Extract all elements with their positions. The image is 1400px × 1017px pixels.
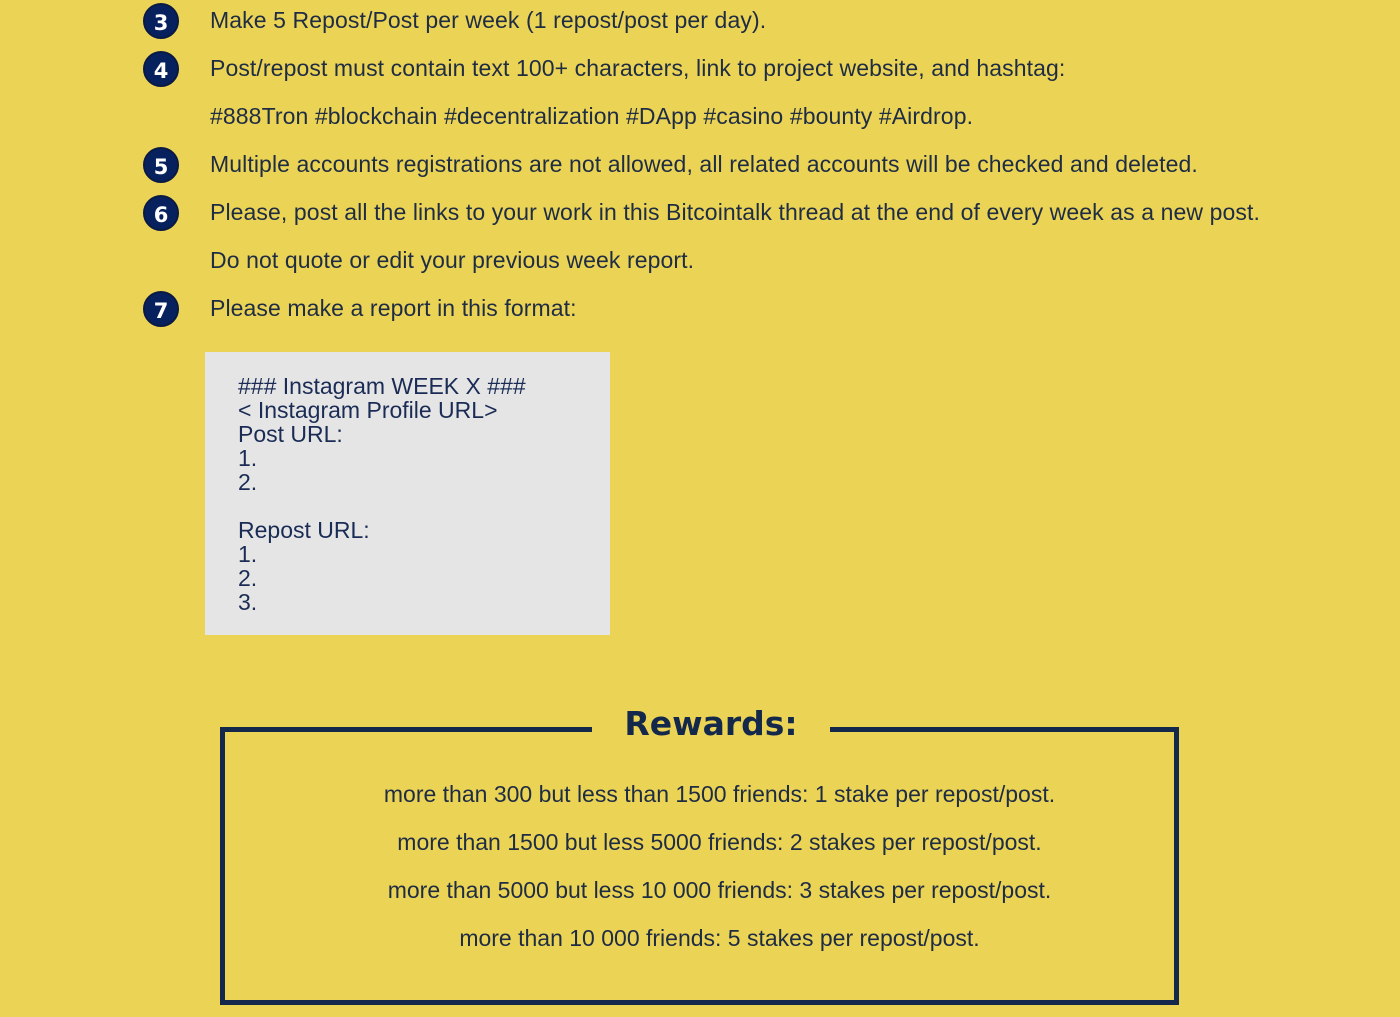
rule-text: Post/repost must contain text 100+ chara…	[210, 55, 1066, 81]
report-format-block: ### Instagram WEEK X ### < Instagram Pro…	[205, 352, 610, 635]
rule-text: Please, post all the links to your work …	[210, 199, 1260, 225]
rule-text: Do not quote or edit your previous week …	[210, 247, 695, 273]
rewards-frame	[220, 727, 1179, 1005]
step-number-badge: 6	[143, 195, 179, 231]
rule-text: Make 5 Repost/Post per week (1 repost/po…	[210, 7, 767, 33]
code-line: 2.	[238, 565, 258, 591]
code-line: 3.	[238, 589, 258, 615]
code-line: 1.	[238, 541, 258, 567]
reward-tier: more than 300 but less than 1500 friends…	[383, 781, 1056, 807]
reward-tier: more than 5000 but less 10 000 friends: …	[387, 877, 1052, 903]
rule-item-3: 3 Make 5 Repost/Post per week (1 repost/…	[0, 0, 1400, 40]
rewards-title: Rewards:	[624, 704, 798, 743]
code-line: ### Instagram WEEK X ###	[238, 373, 526, 399]
step-number-badge: 7	[143, 291, 179, 327]
rule-item-7: 7 Please make a report in this format:	[0, 288, 1400, 328]
reward-tier: more than 1500 but less 5000 friends: 2 …	[397, 829, 1042, 855]
rule-text: Please make a report in this format:	[210, 295, 577, 321]
code-line: < Instagram Profile URL>	[238, 397, 498, 423]
hashtag-list: #888Tron #blockchain #decentralization #…	[210, 103, 974, 129]
rule-item-4: 4 Post/repost must contain text 100+ cha…	[0, 48, 1400, 88]
code-line: Repost URL:	[238, 517, 370, 543]
rule-item-4-continuation: #888Tron #blockchain #decentralization #…	[0, 96, 1400, 136]
code-line: Post URL:	[238, 421, 343, 447]
step-number-badge: 4	[143, 51, 179, 87]
code-line: 2.	[238, 469, 258, 495]
code-line: 1.	[238, 445, 258, 471]
rule-item-6-continuation: Do not quote or edit your previous week …	[0, 240, 1400, 280]
step-number-badge: 5	[143, 147, 179, 183]
rule-text: Multiple accounts registrations are not …	[210, 151, 1198, 177]
step-number-badge: 3	[143, 3, 179, 39]
rule-item-5: 5 Multiple accounts registrations are no…	[0, 144, 1400, 184]
rule-item-6: 6 Please, post all the links to your wor…	[0, 192, 1400, 232]
reward-tier: more than 10 000 friends: 5 stakes per r…	[459, 925, 980, 951]
